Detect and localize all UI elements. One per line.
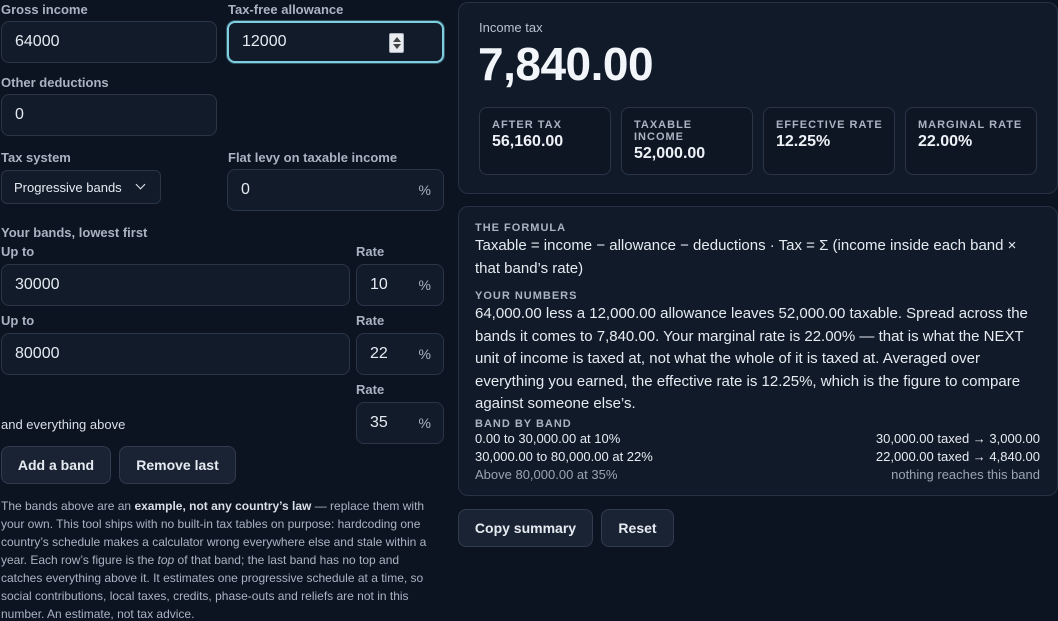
band-1-upto-value: 30000: [15, 276, 60, 293]
band-row-1-right: 30,000.00 taxed → 3,000.00: [875, 431, 1040, 446]
band-row-2-left: 30,000.00 to 80,000.00 at 22%: [475, 449, 653, 464]
stat-label: TAXABLE INCOME: [634, 119, 693, 143]
band-heading: BAND BY BAND: [475, 418, 572, 430]
band-1-rate-value: 10: [370, 276, 388, 293]
percent-sign: %: [418, 277, 431, 293]
deductions-label: Other deductions: [1, 75, 109, 90]
band-2-rate-label: Rate: [356, 313, 385, 328]
band-2-upto-value: 80000: [15, 345, 60, 362]
tax-system-value: Progressive bands: [14, 179, 122, 195]
flat-levy-input[interactable]: 0 %: [227, 169, 444, 211]
add-band-button[interactable]: Add a band: [1, 446, 111, 484]
stat-value: 56,160.00: [492, 133, 564, 150]
formula-text: Taxable = income − allowance − deduction…: [475, 237, 1017, 277]
stat-value: 22.00%: [918, 133, 973, 150]
deductions-value: 0: [15, 106, 24, 123]
top-band-label: and everything above: [1, 417, 126, 432]
flat-levy-value: 0: [241, 181, 250, 198]
chevron-down-icon: [135, 179, 146, 190]
flat-levy-label: Flat levy on taxable income: [228, 150, 398, 165]
tax-system-label: Tax system: [1, 150, 71, 165]
top-band-rate-value: 35: [370, 414, 388, 431]
formula-heading: THE FORMULA: [475, 222, 567, 234]
band-1-rate-input[interactable]: 10 %: [356, 264, 444, 306]
note-italic: top: [157, 553, 175, 567]
stat-marginal-rate: MARGINAL RATE 22.00%: [905, 107, 1037, 175]
top-band-rate-input[interactable]: 35 %: [356, 402, 444, 444]
stat-label: MARGINAL RATE: [918, 119, 1023, 131]
stat-label: EFFECTIVE RATE: [776, 119, 883, 131]
band-2-upto-input[interactable]: 80000: [1, 333, 350, 375]
percent-sign: %: [418, 182, 431, 198]
band-2-rate-input[interactable]: 22 %: [356, 333, 444, 375]
band-1-rate-label: Rate: [356, 244, 385, 259]
allowance-label: Tax-free allowance: [228, 2, 344, 17]
numbers-text: 64,000.00 less a 12,000.00 allowance lea…: [475, 305, 1028, 413]
disclaimer-note: The bands above are an example, not any …: [1, 497, 441, 621]
band-1-upto-input[interactable]: 30000: [1, 264, 350, 306]
allowance-value: 12000: [242, 33, 287, 50]
tax-system-select[interactable]: Progressive bands: [1, 170, 161, 204]
gross-income-input[interactable]: 64000: [1, 21, 217, 63]
note-text-1: The bands above are an: [1, 499, 135, 513]
remove-band-button[interactable]: Remove last: [119, 446, 236, 484]
band-2-upto-label: Up to: [1, 313, 35, 328]
numbers-heading: YOUR NUMBERS: [475, 290, 578, 302]
note-emphasis: example, not any country’s law: [134, 499, 312, 513]
result-label: Income tax: [479, 20, 543, 35]
deductions-input[interactable]: 0: [1, 94, 217, 136]
band-2-rate-value: 22: [370, 345, 388, 362]
percent-sign: %: [418, 346, 431, 362]
stat-after-tax: AFTER TAX 56,160.00: [479, 107, 611, 175]
band-row-2-right: 22,000.00 taxed → 4,840.00: [875, 449, 1040, 464]
band-row-3-right: nothing reaches this band: [891, 467, 1040, 482]
stat-taxable-income: TAXABLE INCOME 52,000.00: [621, 107, 753, 175]
copy-summary-button[interactable]: Copy summary: [458, 509, 593, 547]
percent-sign: %: [418, 415, 431, 431]
band-row-1-left: 0.00 to 30,000.00 at 10%: [475, 431, 621, 446]
band-row-3-left: Above 80,000.00 at 35%: [475, 467, 618, 482]
top-band-rate-label: Rate: [356, 382, 385, 397]
band-1-upto-label: Up to: [1, 244, 35, 259]
stat-value: 12.25%: [776, 133, 831, 150]
number-spinner-icon[interactable]: [389, 33, 404, 53]
stat-value: 52,000.00: [634, 145, 706, 162]
bands-heading: Your bands, lowest first: [1, 225, 148, 240]
result-value: 7,840.00: [478, 38, 654, 90]
reset-button[interactable]: Reset: [601, 509, 674, 547]
stat-label: AFTER TAX: [492, 119, 562, 131]
stat-effective-rate: EFFECTIVE RATE 12.25%: [763, 107, 895, 175]
gross-income-value: 64000: [15, 33, 60, 50]
gross-income-label: Gross income: [1, 2, 88, 17]
allowance-input[interactable]: 12000: [227, 21, 444, 63]
